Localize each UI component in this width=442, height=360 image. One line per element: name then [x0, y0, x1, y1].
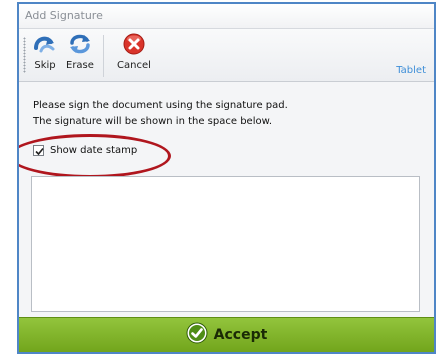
instruction-line-2: The signature will be shown in the space… — [33, 116, 273, 127]
cancel-label: Cancel — [117, 60, 151, 71]
show-date-stamp-label: Show date stamp — [50, 145, 138, 156]
accept-label: Accept — [213, 327, 268, 343]
instruction-line-1: Please sign the document using the signa… — [33, 100, 288, 111]
instructions: Please sign the document using the signa… — [33, 98, 288, 130]
cancel-button[interactable]: Cancel — [117, 33, 151, 77]
accept-button[interactable]: Accept — [19, 317, 434, 352]
toolbar-grip[interactable] — [23, 37, 26, 73]
erase-icon — [68, 33, 92, 55]
skip-icon — [33, 33, 57, 55]
title-bar: Add Signature — [19, 4, 434, 29]
window-title: Add Signature — [25, 9, 103, 22]
check-mark-icon — [35, 147, 44, 156]
toolbar-separator — [103, 35, 104, 77]
erase-button[interactable]: Erase — [66, 33, 94, 77]
checkbox-box[interactable] — [33, 145, 44, 156]
toolbar: Skip Erase Cancel Tablet — [19, 29, 434, 82]
erase-label: Erase — [66, 60, 94, 71]
show-date-stamp-checkbox[interactable]: Show date stamp — [33, 145, 137, 156]
cancel-icon — [122, 33, 146, 55]
signature-pad[interactable] — [31, 176, 420, 312]
skip-label: Skip — [34, 60, 56, 71]
content-area: Please sign the document using the signa… — [19, 82, 434, 318]
tablet-link[interactable]: Tablet — [396, 65, 426, 76]
add-signature-dialog: Add Signature Skip Erase Cancel Tablet P… — [17, 2, 436, 354]
checkmark-icon — [186, 322, 208, 348]
skip-button[interactable]: Skip — [33, 33, 57, 77]
